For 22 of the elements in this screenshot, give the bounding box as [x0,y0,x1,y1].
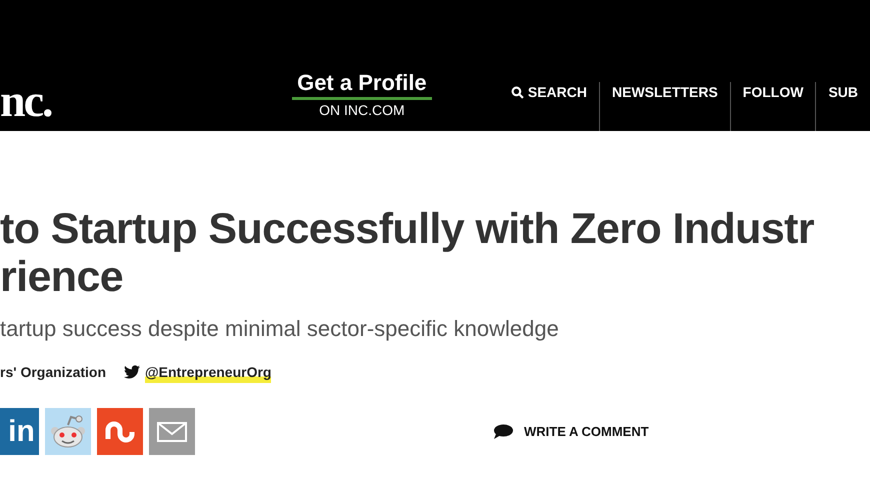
nav-link[interactable]: FOLLOW [742,82,804,103]
promo-title: Get a Profile [297,72,427,94]
search-link[interactable]: SEARCH [510,82,587,103]
author-name[interactable]: rs' Organization [0,362,106,382]
speech-bubble-icon [493,424,513,440]
write-comment-button[interactable]: WRITE A COMMENT [493,422,649,442]
linkedin-share-button[interactable]: in [0,408,39,455]
profile-promo[interactable]: Get a Profile ON INC.COM [292,72,432,117]
site-logo[interactable]: nc. [0,78,292,124]
alien-face-icon [49,414,87,448]
article-subtitle: tartup success despite minimal sector-specific knowledge [0,318,560,340]
stumble-logo-icon [105,420,135,442]
article-title: to Startup Successfully with Zero Industr rience [0,205,816,301]
envelope-icon [157,422,187,442]
nav-link[interactable]: NEWSLETTERS [612,82,718,103]
nav-link[interactable]: SUB [828,82,858,103]
stumbleupon-share-button[interactable] [97,408,143,455]
search-icon [510,86,524,99]
email-share-button[interactable] [149,408,195,455]
promo-subtitle: ON INC.COM [319,103,405,117]
reddit-share-button[interactable] [45,408,91,455]
bird-icon [124,365,140,379]
